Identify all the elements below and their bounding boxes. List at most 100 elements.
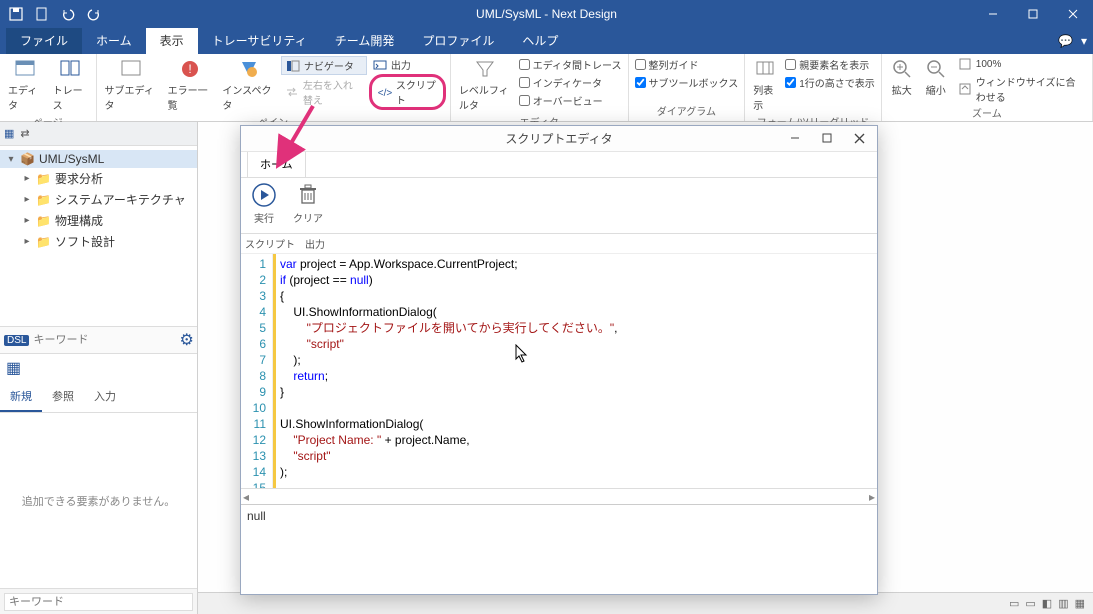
tab-new[interactable]: 新規 bbox=[0, 382, 42, 412]
filter-badge-icon: DSL bbox=[4, 335, 29, 346]
new-icon[interactable] bbox=[32, 4, 52, 24]
errorlist-button[interactable]: !エラー一覧 bbox=[164, 56, 217, 114]
save-icon[interactable] bbox=[6, 4, 26, 24]
ribbon-collapse-icon[interactable]: ▾ bbox=[1081, 34, 1087, 48]
close-button[interactable] bbox=[1053, 0, 1093, 28]
panel-mode-icon[interactable]: ▦ bbox=[0, 354, 197, 382]
tree-item[interactable]: ▸📁システムアーキテクチャ bbox=[0, 189, 197, 210]
zoom-pct[interactable]: 100% bbox=[954, 56, 1088, 72]
swap-label: 左右を入れ替え bbox=[303, 77, 363, 107]
levelfilter-label: レベルフィルタ bbox=[459, 82, 511, 112]
maximize-button[interactable] bbox=[1013, 0, 1053, 28]
zoomin-button[interactable]: 拡大 bbox=[886, 56, 918, 99]
code-editor[interactable]: 123456789101112131415 var project = App.… bbox=[241, 254, 877, 488]
folder-icon: 📁 bbox=[36, 172, 51, 186]
h-scrollbar[interactable]: ◂▸ bbox=[241, 488, 877, 504]
levelfilter-button[interactable]: レベルフィルタ bbox=[455, 56, 515, 114]
chk-rowheight[interactable]: 1行の高さで表示 bbox=[783, 74, 877, 91]
dialog-title: スクリプトエディタ bbox=[505, 130, 612, 147]
expand-icon[interactable]: ▸ bbox=[22, 173, 32, 184]
tab-profile[interactable]: プロファイル bbox=[408, 27, 508, 54]
subeditor-label: サブエディタ bbox=[105, 82, 158, 112]
swap-button[interactable]: 左右を入れ替え bbox=[281, 76, 367, 108]
tab-home[interactable]: ホーム bbox=[82, 27, 146, 54]
chk-parentname[interactable]: 親要素名を表示 bbox=[783, 56, 877, 73]
chk-overview[interactable]: オーバービュー bbox=[517, 92, 624, 109]
folder-icon: 📁 bbox=[36, 235, 51, 249]
navigator-button[interactable]: ナビゲータ bbox=[281, 56, 367, 75]
colshow-button[interactable]: 列表示 bbox=[749, 56, 781, 114]
fitwindow-button[interactable]: ウィンドウサイズに合わせる bbox=[954, 73, 1088, 105]
minimize-button[interactable] bbox=[973, 0, 1013, 28]
expand-icon[interactable]: ▸ bbox=[22, 236, 32, 247]
navigator-label: ナビゲータ bbox=[304, 58, 354, 73]
tab-help[interactable]: ヘルプ bbox=[508, 27, 572, 54]
colshow-label: 列表示 bbox=[753, 82, 777, 112]
tab-ref[interactable]: 参照 bbox=[42, 382, 84, 412]
chk-indicator[interactable]: インディケータ bbox=[517, 74, 624, 91]
footer-tab-output[interactable]: 出力 bbox=[305, 236, 325, 251]
status-icon[interactable]: ▦ bbox=[1075, 597, 1085, 610]
empty-message: 追加できる要素がありません。 bbox=[0, 413, 197, 588]
tab-view[interactable]: 表示 bbox=[146, 27, 198, 54]
tab-input[interactable]: 入力 bbox=[84, 382, 126, 412]
dialog-footer-tabs: スクリプト 出力 bbox=[241, 234, 877, 254]
errorlist-label: エラー一覧 bbox=[168, 82, 213, 112]
script-label: スクリプト bbox=[396, 77, 437, 107]
bottom-search bbox=[0, 588, 197, 614]
dialog-maximize-button[interactable] bbox=[811, 126, 843, 150]
output-button[interactable]: 出力 bbox=[369, 56, 446, 73]
dialog-minimize-button[interactable] bbox=[779, 126, 811, 150]
group-zoom-label: ズーム bbox=[886, 105, 1088, 121]
chk-subtoolbox[interactable]: サブツールボックス bbox=[633, 74, 741, 91]
undo-icon[interactable] bbox=[58, 4, 78, 24]
status-icon[interactable]: ▭ bbox=[1025, 597, 1035, 610]
svg-text:</>: </> bbox=[378, 88, 392, 99]
subeditor-button[interactable]: サブエディタ bbox=[101, 56, 162, 114]
package-icon: 📦 bbox=[20, 152, 35, 166]
run-button[interactable]: 実行 bbox=[243, 180, 285, 231]
dialog-tabs: ホーム bbox=[241, 152, 877, 178]
dialog-titlebar[interactable]: スクリプトエディタ bbox=[241, 126, 877, 152]
chk-alignguide[interactable]: 整列ガイド bbox=[633, 56, 741, 73]
tab-traceability[interactable]: トレーサビリティ bbox=[198, 27, 321, 54]
quick-access-toolbar bbox=[0, 4, 104, 24]
editor-button[interactable]: エディタ bbox=[4, 56, 47, 114]
status-bar: ▭ ▭ ◧ ▥ ▦ bbox=[198, 592, 1093, 614]
tab-file[interactable]: ファイル bbox=[6, 27, 82, 54]
tree-item[interactable]: ▸📁ソフト設計 bbox=[0, 231, 197, 252]
tree-item[interactable]: ▸📁物理構成 bbox=[0, 210, 197, 231]
cursor-icon bbox=[515, 344, 529, 364]
keyword-input[interactable] bbox=[33, 334, 175, 346]
trace-button[interactable]: トレース bbox=[49, 56, 92, 114]
inspector-button[interactable]: インスペクタ bbox=[218, 56, 279, 114]
run-label: 実行 bbox=[254, 210, 274, 225]
expand-icon[interactable]: ▸ bbox=[22, 194, 32, 205]
filter-settings-icon[interactable]: ⚙ bbox=[179, 330, 193, 350]
feedback-icon[interactable]: 💬 bbox=[1058, 34, 1073, 48]
line-gutter: 123456789101112131415 bbox=[241, 254, 273, 488]
dialog-close-button[interactable] bbox=[843, 126, 875, 150]
nav-toggle-icon[interactable]: ⇄ bbox=[20, 127, 29, 140]
script-button[interactable]: </> スクリプト bbox=[369, 74, 446, 110]
dialog-tab-home[interactable]: ホーム bbox=[247, 150, 306, 177]
clear-button[interactable]: クリア bbox=[285, 180, 331, 231]
status-icon[interactable]: ◧ bbox=[1042, 597, 1052, 610]
nav-icon[interactable]: ▦ bbox=[4, 127, 14, 140]
expand-icon[interactable]: ▸ bbox=[22, 215, 32, 226]
folder-icon: 📁 bbox=[36, 193, 51, 207]
status-icon[interactable]: ▭ bbox=[1009, 597, 1019, 610]
tab-team[interactable]: チーム開発 bbox=[321, 27, 409, 54]
status-icon[interactable]: ▥ bbox=[1058, 597, 1068, 610]
tree-root[interactable]: ▾📦UML/SysML bbox=[0, 150, 197, 168]
footer-tab-script[interactable]: スクリプト bbox=[245, 236, 295, 251]
zoomout-button[interactable]: 縮小 bbox=[920, 56, 952, 99]
inspector-label: インスペクタ bbox=[222, 82, 275, 112]
redo-icon[interactable] bbox=[84, 4, 104, 24]
expand-icon[interactable]: ▾ bbox=[6, 154, 16, 165]
bottom-keyword-input[interactable] bbox=[4, 593, 193, 611]
navigator-pane: ▦ ⇄ ▾📦UML/SysML ▸📁要求分析 ▸📁システムアーキテクチャ ▸📁物… bbox=[0, 122, 198, 614]
tree-item[interactable]: ▸📁要求分析 bbox=[0, 168, 197, 189]
chk-editortrace[interactable]: エディタ間トレース bbox=[517, 56, 624, 73]
code-content[interactable]: var project = App.Workspace.CurrentProje… bbox=[273, 254, 877, 488]
